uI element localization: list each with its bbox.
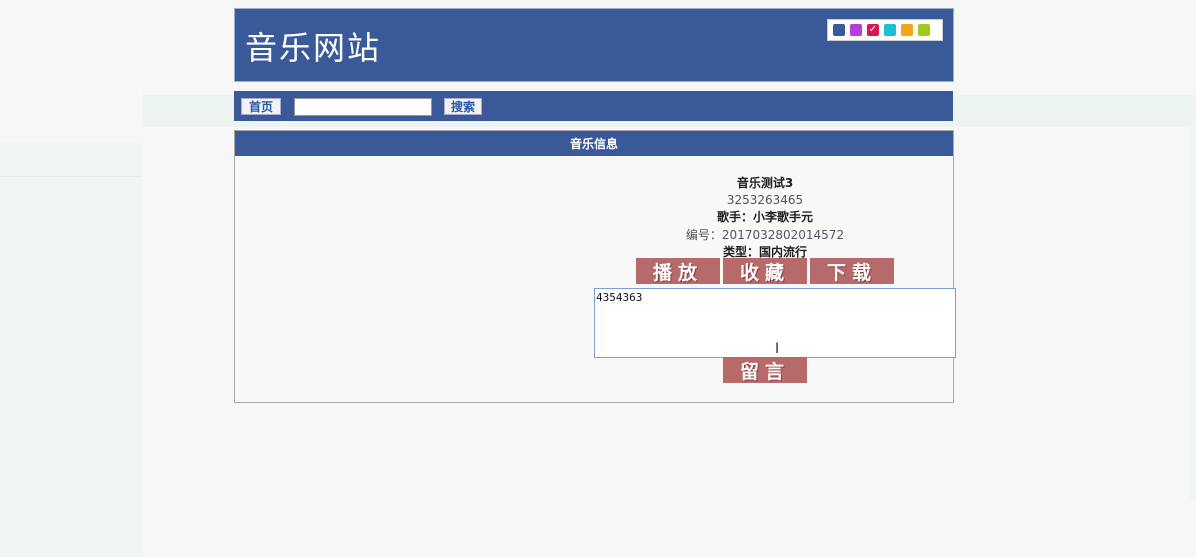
theme-swatch-crimson[interactable]: ✓ <box>867 24 879 36</box>
search-button[interactable]: 搜索 <box>444 98 482 115</box>
collect-button[interactable]: 收藏 <box>723 258 807 284</box>
music-details: 音乐测试3 3253263465 歌手：小李歌手元 编号：20170328020… <box>615 175 915 261</box>
leave-message-button[interactable]: 留言 <box>723 357 807 383</box>
site-title: 音乐网站 <box>245 29 382 67</box>
checkmark-icon: ✓ <box>868 24 878 35</box>
code-label: 编号： <box>685 227 722 242</box>
home-button[interactable]: 首页 <box>241 98 281 115</box>
background-sidebar-ghost <box>0 142 142 557</box>
singer-label: 歌手： <box>716 210 753 225</box>
singer-value: 小李歌手元 <box>753 210 814 225</box>
theme-swatch-orange[interactable] <box>901 24 913 36</box>
singer-row: 歌手：小李歌手元 <box>615 209 915 226</box>
background-divider <box>0 176 142 177</box>
theme-swatch-lime[interactable] <box>918 24 930 36</box>
search-input[interactable] <box>294 98 432 116</box>
code-value: 2017032802014572 <box>721 227 845 242</box>
music-description: 3253263465 <box>726 193 804 208</box>
code-row: 编号：2017032802014572 <box>615 227 915 244</box>
theme-swatch-purple[interactable] <box>850 24 862 36</box>
nav-bar: 首页 搜索 <box>234 91 953 121</box>
theme-swatch-navy[interactable] <box>833 24 845 36</box>
play-button[interactable]: 播放 <box>636 258 720 284</box>
panel-title: 音乐信息 <box>235 131 953 156</box>
music-info-panel: 音乐信息 音乐测试3 3253263465 歌手：小李歌手元 编号：201703… <box>234 130 956 403</box>
music-name: 音乐测试3 <box>736 176 794 190</box>
theme-swatch-teal[interactable] <box>884 24 896 36</box>
download-button[interactable]: 下载 <box>810 258 894 284</box>
text-cursor-icon: I <box>775 341 780 357</box>
site-header: 音乐网站 ✓ <box>234 8 954 82</box>
background-right-ghost <box>1190 120 1196 500</box>
theme-picker: ✓ <box>827 19 943 41</box>
